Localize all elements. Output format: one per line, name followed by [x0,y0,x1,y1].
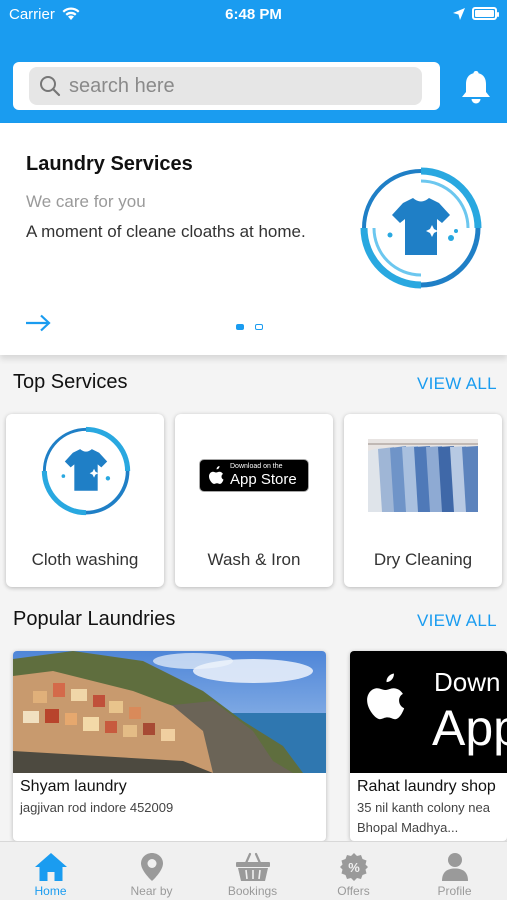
laundry-address-line2: Bhopal Madhya... [357,820,459,835]
popular-laundries-view-all-link[interactable]: VIEW ALL [417,611,497,631]
banner-title: Laundry Services [26,153,193,175]
photo-text-small: Down [434,667,501,697]
person-icon [441,853,468,881]
laundry-name: Rahat laundry shop [357,778,496,795]
laundry-logo-icon [360,167,482,289]
banner-description: A moment of cleane cloaths at home. [26,222,306,241]
status-bar: Carrier 6:48 PM [0,0,507,30]
laundry-photo [13,651,326,773]
promo-banner[interactable]: Laundry Services We care for you A momen… [0,123,507,355]
search-icon [40,76,61,97]
apple-logo-icon [367,673,405,720]
tab-near-by[interactable]: Near by [101,842,202,900]
search-container [13,62,440,110]
photo-text-big: App [432,700,507,756]
tab-label: Profile [437,884,472,898]
tab-label: Offers [337,884,370,898]
top-services-view-all-link[interactable]: VIEW ALL [417,374,497,394]
laundry-address: jagjivan rod indore 452009 [20,800,174,815]
tab-label: Near by [130,884,173,898]
basket-icon [235,852,270,881]
banner-next-arrow-icon[interactable] [25,314,51,332]
badge-small-text: Download on the [230,463,283,470]
clock: 6:48 PM [225,6,282,23]
carousel-dot[interactable] [255,324,263,330]
service-card-cloth-washing[interactable]: Cloth washing [6,414,164,587]
top-services-title: Top Services [13,371,128,393]
badge-big-text: App Store [230,471,297,488]
tab-profile[interactable]: Profile [404,842,505,900]
location-pin-icon [140,853,163,881]
service-label: Dry Cleaning [373,550,473,569]
tab-label: Home [34,884,67,898]
laundry-name: Shyam laundry [20,778,127,795]
battery-icon [472,7,499,20]
laundry-card-rahat[interactable]: Down App Rahat laundry shop 35 nil kanth… [350,651,507,841]
tab-offers[interactable]: % Offers [303,842,404,900]
carousel-dot-active[interactable] [236,324,244,330]
percent-badge-icon: % [339,853,368,881]
tab-home[interactable]: Home [0,842,101,900]
apple-logo-icon [209,466,224,484]
service-label: Wash & Iron [207,550,301,569]
app-header: Carrier 6:48 PM [0,0,507,123]
location-arrow-icon [453,8,465,20]
home-icon [34,853,67,881]
popular-laundries-title: Popular Laundries [13,608,176,630]
service-card-dry-cleaning[interactable]: Dry Cleaning [344,414,502,587]
tab-bookings[interactable]: Bookings [202,842,303,900]
app-store-badge: Download on the App Store [199,459,309,492]
laundry-address: 35 nil kanth colony nea [357,800,490,815]
laundry-photo: Down App [350,651,507,773]
hanging-shirts-photo [368,439,478,512]
service-card-wash-iron[interactable]: Download on the App Store Wash & Iron [175,414,333,587]
laundry-card-shyam[interactable]: Shyam laundry jagjivan rod indore 452009 [13,651,326,841]
tab-label: Bookings [227,884,278,898]
bottom-tab-bar: Home Near by Bookings % Offers Profile [0,841,507,900]
search-input[interactable] [69,74,389,98]
service-label: Cloth washing [31,550,139,569]
svg-text:%: % [348,860,360,875]
notification-bell-icon[interactable] [458,68,494,106]
banner-subtitle: We care for you [26,192,146,211]
search-bar[interactable] [29,67,422,105]
laundry-logo-icon [41,426,131,516]
